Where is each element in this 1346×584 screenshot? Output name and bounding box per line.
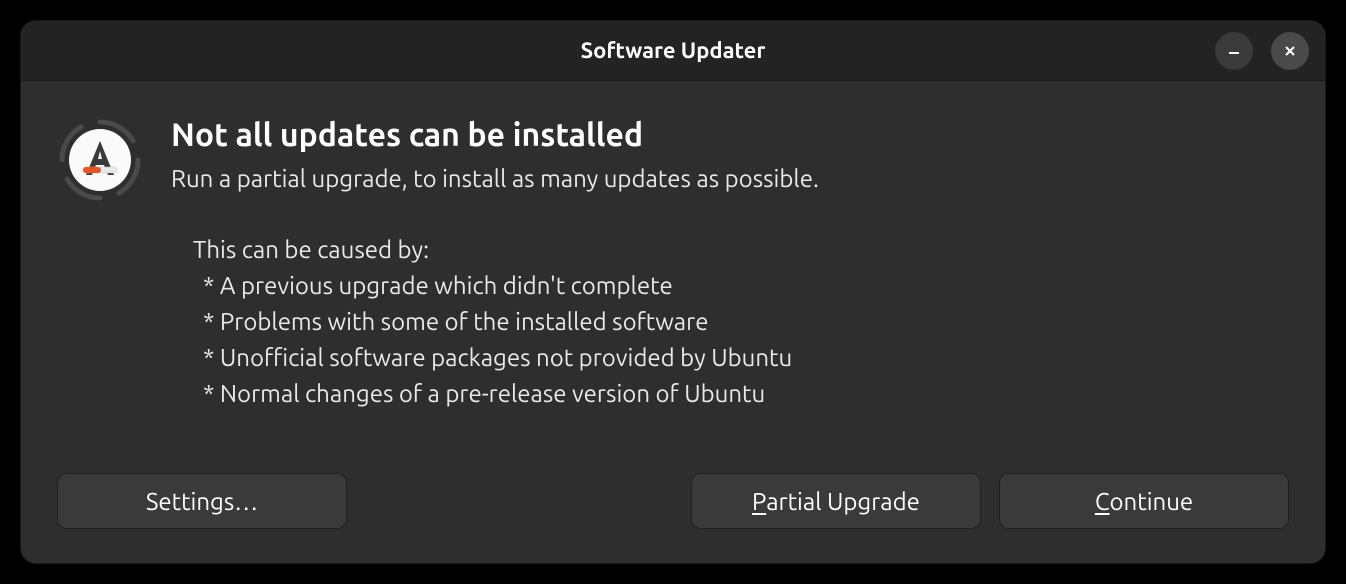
causes-section: This can be caused by: * A previous upgr… — [171, 232, 1289, 412]
software-updater-icon — [57, 117, 143, 203]
continue-button[interactable]: Continue — [999, 473, 1289, 529]
titlebar: Software Updater — [21, 21, 1325, 81]
minimize-button[interactable] — [1215, 32, 1253, 70]
minimize-icon — [1226, 43, 1242, 59]
dialog-heading: Not all updates can be installed — [171, 117, 1289, 153]
window-controls — [1215, 32, 1309, 70]
cause-item: * A previous upgrade which didn't comple… — [193, 268, 1289, 304]
content-area: Not all updates can be installed Run a p… — [21, 81, 1325, 453]
spacer — [365, 473, 673, 529]
icon-column — [57, 117, 143, 453]
partial-upgrade-button[interactable]: Partial Upgrade — [691, 473, 981, 529]
close-icon — [1282, 43, 1298, 59]
settings-button[interactable]: Settings… — [57, 473, 347, 529]
close-button[interactable] — [1271, 32, 1309, 70]
button-bar: Settings… Partial Upgrade Continue — [21, 453, 1325, 563]
text-column: Not all updates can be installed Run a p… — [171, 117, 1289, 453]
cause-item: * Normal changes of a pre-release versio… — [193, 376, 1289, 412]
cause-item: * Unofficial software packages not provi… — [193, 340, 1289, 376]
cause-item: * Problems with some of the installed so… — [193, 304, 1289, 340]
dialog-subheading: Run a partial upgrade, to install as man… — [171, 165, 1289, 192]
settings-label: Settings… — [146, 488, 258, 515]
dialog-window: Software Updater — [20, 20, 1326, 564]
window-title: Software Updater — [581, 38, 766, 63]
causes-intro: This can be caused by: — [193, 232, 1289, 268]
